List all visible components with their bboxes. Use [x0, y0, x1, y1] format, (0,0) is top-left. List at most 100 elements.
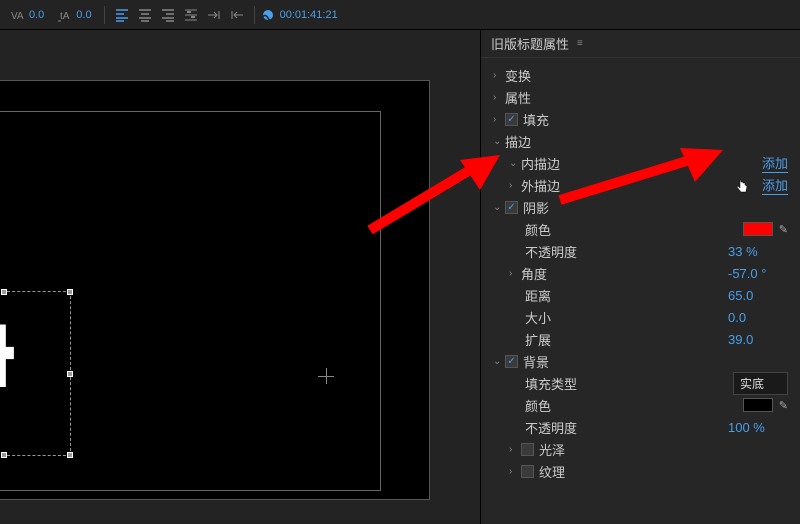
- prop-label: 外描边: [521, 176, 762, 195]
- eyedropper-icon[interactable]: ✎: [779, 399, 788, 412]
- tab-reverse-icon[interactable]: [226, 4, 248, 26]
- sheen-checkbox[interactable]: [521, 443, 534, 456]
- section-label: 描边: [505, 132, 788, 151]
- align-right-icon[interactable]: [157, 4, 179, 26]
- svg-text:tA: tA: [60, 11, 70, 22]
- baseline-control[interactable]: tA 0.0: [52, 3, 97, 27]
- prop-label: 大小: [525, 308, 728, 327]
- baseline-value: 0.0: [76, 9, 91, 21]
- expand-icon[interactable]: ⌄: [493, 202, 505, 213]
- resize-handle[interactable]: [67, 452, 73, 458]
- bg-opacity-row: 不透明度 100 %: [481, 416, 800, 438]
- sheen-row[interactable]: › 光泽: [481, 438, 800, 460]
- align-group: [111, 4, 248, 26]
- mouse-cursor-icon: [735, 178, 751, 197]
- toolbar-divider: [104, 6, 105, 24]
- prop-label: 不透明度: [525, 418, 728, 437]
- color-swatch[interactable]: [743, 398, 773, 412]
- opacity-value[interactable]: 33 %: [728, 244, 788, 259]
- collapse-icon[interactable]: ›: [509, 180, 521, 191]
- size-value[interactable]: 0.0: [728, 310, 788, 325]
- shadow-opacity-row: 不透明度 33 %: [481, 240, 800, 262]
- resize-handle[interactable]: [67, 289, 73, 295]
- collapse-icon[interactable]: ›: [493, 114, 505, 125]
- collapse-icon[interactable]: ›: [509, 466, 521, 477]
- texture-checkbox[interactable]: [521, 465, 534, 478]
- transform-section[interactable]: › 变换: [481, 64, 800, 86]
- shadow-checkbox[interactable]: ✓: [505, 201, 518, 214]
- properties-section[interactable]: › 属性: [481, 86, 800, 108]
- collapse-icon[interactable]: ›: [509, 444, 521, 455]
- section-label: 变换: [505, 66, 788, 85]
- outer-stroke-row[interactable]: › 外描边 添加: [481, 174, 800, 196]
- prop-label: 角度: [521, 264, 728, 283]
- bg-color-row: 颜色 ✎: [481, 394, 800, 416]
- spread-value[interactable]: 39.0: [728, 332, 788, 347]
- shadow-angle-row: › 角度 -57.0 °: [481, 262, 800, 284]
- stroke-section[interactable]: ⌄ 描边: [481, 130, 800, 152]
- canvas-frame-outer: 静: [0, 80, 430, 500]
- section-label: 阴影: [523, 198, 788, 217]
- kerning-control[interactable]: VA 0.0: [5, 3, 50, 27]
- svg-text:VA: VA: [11, 11, 24, 22]
- collapse-icon[interactable]: ›: [493, 70, 505, 81]
- color-swatch[interactable]: [743, 222, 773, 236]
- tab-icon[interactable]: [203, 4, 225, 26]
- panel-header[interactable]: 旧版标题属性 ≡: [481, 30, 800, 58]
- expand-icon[interactable]: ⌄: [509, 158, 521, 169]
- background-checkbox[interactable]: ✓: [505, 355, 518, 368]
- angle-value[interactable]: -57.0 °: [728, 266, 788, 281]
- timecode-value: 00:01:41:21: [280, 9, 338, 21]
- main-area: 静 旧版标题属性 ≡ › 变换: [0, 30, 800, 524]
- inner-stroke-row[interactable]: ⌄ 内描边 添加: [481, 152, 800, 174]
- collapse-icon[interactable]: ›: [509, 268, 521, 279]
- shadow-distance-row: 距离 65.0: [481, 284, 800, 306]
- shadow-size-row: 大小 0.0: [481, 306, 800, 328]
- align-left-icon[interactable]: [111, 4, 133, 26]
- prop-label: 光泽: [539, 440, 788, 459]
- texture-row[interactable]: › 纹理: [481, 460, 800, 482]
- collapse-icon[interactable]: ›: [493, 92, 505, 103]
- section-label: 填充: [523, 110, 788, 129]
- shadow-section[interactable]: ⌄ ✓ 阴影: [481, 196, 800, 218]
- panel-title: 旧版标题属性: [491, 34, 569, 53]
- section-label: 属性: [505, 88, 788, 107]
- expand-icon[interactable]: ⌄: [493, 136, 505, 147]
- toolbar-divider: [254, 6, 255, 24]
- resize-handle[interactable]: [1, 289, 7, 295]
- resize-handle[interactable]: [1, 452, 7, 458]
- eyedropper-icon[interactable]: ✎: [779, 223, 788, 236]
- toolbar: VA 0.0 tA 0.0 00:01:41:21: [0, 0, 800, 30]
- add-inner-stroke-link[interactable]: 添加: [762, 153, 788, 173]
- prop-label: 距离: [525, 286, 728, 305]
- canvas-area[interactable]: 静: [0, 30, 480, 524]
- fill-type-dropdown[interactable]: 实底: [733, 372, 788, 395]
- selection-box[interactable]: [0, 291, 71, 456]
- prop-label: 扩展: [525, 330, 728, 349]
- prop-label: 不透明度: [525, 242, 728, 261]
- fill-section[interactable]: › ✓ 填充: [481, 108, 800, 130]
- kerning-value: 0.0: [29, 9, 44, 21]
- panel-menu-icon[interactable]: ≡: [577, 38, 583, 49]
- prop-label: 内描边: [521, 154, 762, 173]
- shadow-spread-row: 扩展 39.0: [481, 328, 800, 350]
- fill-checkbox[interactable]: ✓: [505, 113, 518, 126]
- section-label: 背景: [523, 352, 788, 371]
- prop-label: 填充类型: [525, 374, 733, 393]
- distance-value[interactable]: 65.0: [728, 288, 788, 303]
- resize-handle[interactable]: [67, 371, 73, 377]
- align-center-icon[interactable]: [134, 4, 156, 26]
- properties-list: › 变换 › 属性 › ✓ 填充 ⌄ 描边 ⌄ 内描边: [481, 58, 800, 488]
- bg-opacity-value[interactable]: 100 %: [728, 420, 788, 435]
- background-section[interactable]: ⌄ ✓ 背景: [481, 350, 800, 372]
- prop-label: 颜色: [525, 396, 743, 415]
- properties-panel: 旧版标题属性 ≡ › 变换 › 属性 › ✓ 填充 ⌄ 描边: [480, 30, 800, 524]
- add-outer-stroke-link[interactable]: 添加: [762, 175, 788, 195]
- expand-icon[interactable]: ⌄: [493, 356, 505, 367]
- prop-label: 纹理: [539, 462, 788, 481]
- fill-type-row: 填充类型 实底: [481, 372, 800, 394]
- shadow-color-row: 颜色 ✎: [481, 218, 800, 240]
- timecode-display[interactable]: 00:01:41:21: [261, 8, 338, 22]
- prop-label: 颜色: [525, 220, 743, 239]
- distribute-icon[interactable]: [180, 4, 202, 26]
